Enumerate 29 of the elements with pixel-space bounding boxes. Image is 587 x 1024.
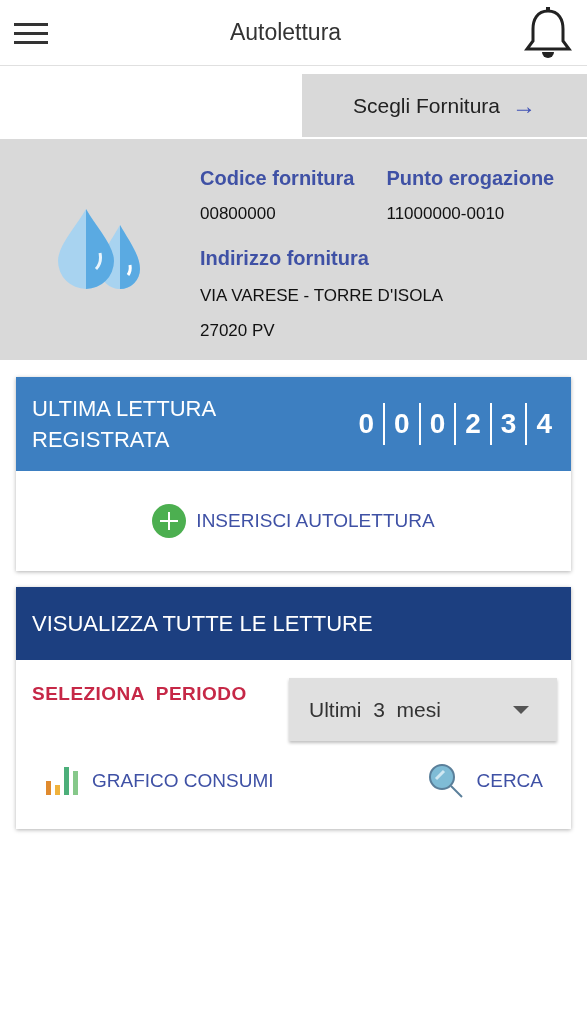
field-value: 00800000 bbox=[200, 203, 277, 225]
meter-digit: 0 bbox=[418, 403, 455, 445]
plus-circle-icon bbox=[152, 504, 187, 538]
search-icon bbox=[428, 763, 465, 799]
period-label: SELEZIONA PERIODO bbox=[32, 682, 247, 706]
period-dropdown[interactable]: Ultimi 3 mesi bbox=[289, 678, 557, 741]
menu-icon[interactable] bbox=[14, 20, 48, 45]
consumption-chart-link[interactable]: GRAFICO CONSUMI bbox=[46, 766, 274, 796]
meter-digit: 0 bbox=[357, 407, 376, 441]
meter-digit: 4 bbox=[525, 403, 561, 445]
meter-digit: 0 bbox=[383, 403, 419, 445]
field-value: 11000000-0010 bbox=[386, 203, 506, 225]
meter-digit: 2 bbox=[454, 403, 490, 445]
field-label: Indirizzo fornitura bbox=[200, 245, 370, 271]
insert-reading-button[interactable]: INSERISCI AUTOLETTURA bbox=[152, 504, 435, 538]
page-title: Autolettura bbox=[229, 18, 342, 48]
address-line: VIA VARESE - TORRE D'ISOLA bbox=[200, 284, 445, 307]
caret-icon bbox=[513, 705, 529, 714]
bell-icon[interactable] bbox=[523, 6, 573, 59]
address-line: 27020 PV bbox=[200, 320, 276, 342]
field-label: Punto erogazione bbox=[386, 166, 555, 191]
field-label: Codice fornitura bbox=[200, 166, 355, 191]
meter-digit: 3 bbox=[489, 403, 526, 445]
choose-supply-button[interactable]: Scegli Fornitura → bbox=[302, 74, 587, 137]
card-title: VISUALIZZA TUTTE LE LETTURE bbox=[32, 610, 373, 638]
bar-chart-icon bbox=[46, 767, 80, 795]
card-title: ULTIMA LETTURA REGISTRATA bbox=[32, 395, 217, 454]
search-link[interactable]: CERCA bbox=[428, 763, 543, 799]
water-drops-icon bbox=[58, 208, 142, 291]
